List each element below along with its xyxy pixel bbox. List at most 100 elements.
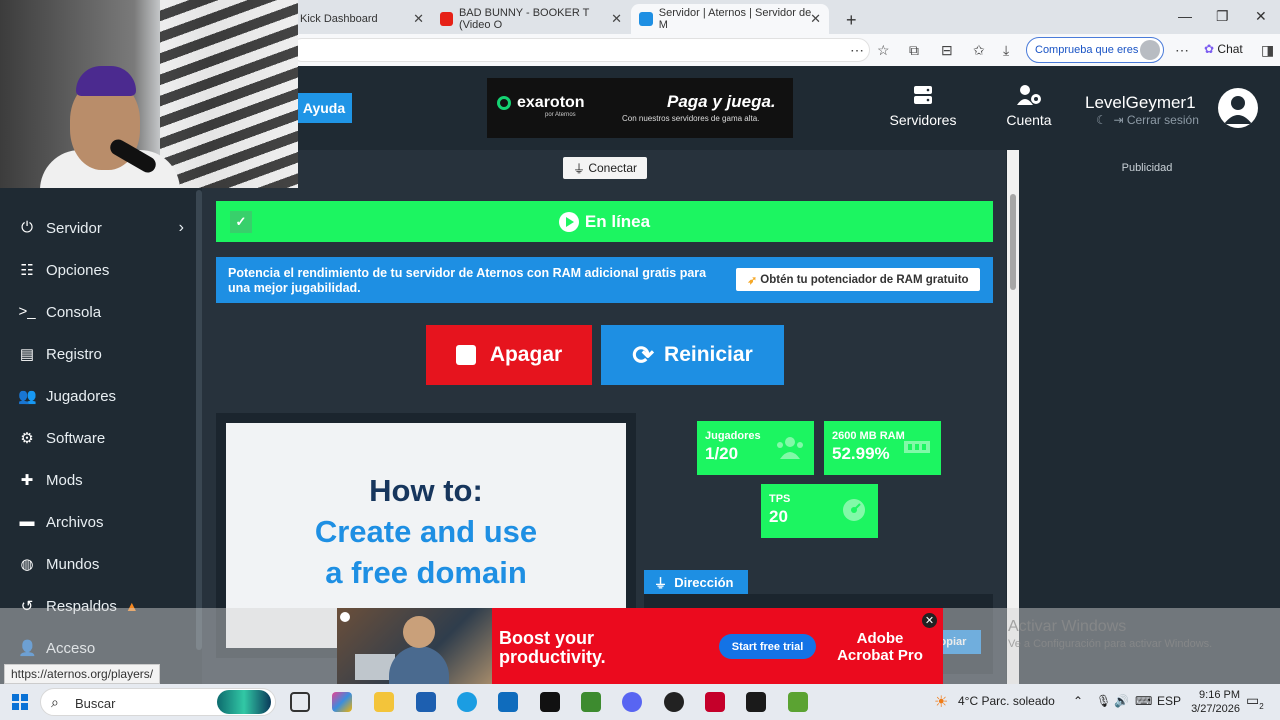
tps-stat[interactable]: TPS 20 <box>761 484 878 538</box>
outlook-icon[interactable] <box>498 692 518 712</box>
address-label: Dirección <box>674 574 734 590</box>
copilot-chat-button[interactable]: ✿ Chat <box>1204 42 1243 56</box>
main-scrollbar[interactable] <box>1007 150 1019 684</box>
tab-bad-bunny[interactable]: BAD BUNNY - BOOKER T (Video O ✕ <box>432 4 630 34</box>
sidebar-item-jugadores[interactable]: 👥 Jugadores <box>0 375 200 417</box>
file-explorer-icon[interactable] <box>374 692 394 712</box>
start-trial-button[interactable]: Start free trial <box>719 634 816 659</box>
sidebar-item-software[interactable]: ⚙ Software <box>0 417 200 459</box>
acrobat-icon[interactable] <box>705 692 725 712</box>
video-title-line: a free domain <box>325 555 527 590</box>
user-avatar[interactable] <box>1218 88 1258 128</box>
nav-servidores[interactable]: Servidores <box>888 84 958 128</box>
capcut-icon[interactable] <box>746 692 766 712</box>
network-icon[interactable]: ⌨ <box>1135 694 1152 708</box>
ram-stat[interactable]: 2600 MB RAM 52.99% <box>824 421 941 475</box>
aternos-favicon-icon <box>639 12 653 26</box>
tab-kick-dashboard[interactable]: Kick Dashboard ✕ <box>292 4 432 34</box>
logout-link[interactable]: ☾ ⇥ Cerrar sesión <box>1096 113 1199 127</box>
close-window-icon[interactable]: ✕ <box>1255 8 1267 25</box>
favorites-icon[interactable]: ✩ <box>973 42 985 59</box>
stat-label: Jugadores <box>705 430 761 442</box>
weather-text[interactable]: 4°C Parc. soleado <box>958 694 1055 708</box>
restart-button[interactable]: ⟳ Reiniciar <box>601 325 784 385</box>
nvidia-icon[interactable] <box>540 692 560 712</box>
players-stat[interactable]: Jugadores 1/20 <box>697 421 814 475</box>
ad-headline: Boost your productivity. <box>499 629 606 667</box>
user-name[interactable]: LevelGeymer1 <box>1085 93 1196 113</box>
scroll-thumb[interactable] <box>1010 194 1016 290</box>
check-icon: ✓ <box>230 211 252 233</box>
more-options-icon[interactable]: ⋯ <box>850 42 864 59</box>
language-indicator[interactable]: ESP <box>1157 694 1181 708</box>
tab-aternos[interactable]: Servidor | Aternos | Servidor de M ✕ <box>631 4 829 34</box>
console-icon: >_ <box>18 303 36 320</box>
help-button[interactable]: Ayuda <box>296 93 352 123</box>
sidebar-item-label: Servidor <box>46 219 102 237</box>
banner-headline: Paga y juega. <box>667 92 776 111</box>
tab-title: Servidor | Aternos | Servidor de M <box>658 7 812 31</box>
ad-close-icon[interactable]: ✕ <box>922 613 937 628</box>
stat-value: 52.99% <box>832 444 890 463</box>
windows-start-icon[interactable] <box>12 694 28 710</box>
ram-boost-button[interactable]: ➶ Obtén tu potenciador de RAM gratuito <box>736 268 980 291</box>
close-icon[interactable]: ✕ <box>413 11 424 27</box>
maximize-icon[interactable]: ❐ <box>1216 8 1229 25</box>
adobe-ad-banner[interactable]: Boost your productivity. Start free tria… <box>337 608 943 684</box>
gauge-icon <box>843 499 865 521</box>
split-screen-icon[interactable]: ⊟ <box>941 42 953 59</box>
close-icon[interactable]: ✕ <box>810 11 821 27</box>
close-icon[interactable]: ✕ <box>611 11 622 27</box>
sidebar-item-archivos[interactable]: ▬ Archivos <box>0 501 200 543</box>
sidebar-item-consola[interactable]: >_ Consola <box>0 291 200 333</box>
sidebar-item-servidor[interactable]: ⏻ Servidor › <box>0 207 200 249</box>
new-tab-button[interactable]: + <box>838 5 865 35</box>
ad-headline-line: productivity. <box>499 647 606 667</box>
banner-logo-sub: por Aternos <box>545 112 576 118</box>
weather-icon: ☀ <box>934 694 949 711</box>
logout-icon: ⇥ <box>1113 113 1124 127</box>
verify-profile-button[interactable]: Comprueba que eres tú <box>1026 37 1164 63</box>
stop-icon <box>455 345 476 365</box>
extensions-icon[interactable]: ⧉ <box>909 42 919 59</box>
copilot-icon: ✿ <box>1204 42 1215 56</box>
right-ad-column: Publicidad <box>1019 150 1280 684</box>
discord-icon[interactable] <box>622 692 642 712</box>
tray-overflow-icon[interactable]: ⌃ <box>1073 694 1083 708</box>
settings-more-icon[interactable]: ⋯ <box>1175 42 1189 59</box>
taskbar-clock[interactable]: 9:16 PM 3/27/2026 <box>1186 688 1240 716</box>
status-label: En línea <box>584 211 651 231</box>
downloads-icon[interactable]: ⤓ <box>1003 42 1009 59</box>
task-view-icon[interactable] <box>290 692 310 712</box>
minecraft-icon[interactable] <box>788 692 808 712</box>
nav-cuenta[interactable]: Cuenta <box>1000 84 1058 128</box>
exaroton-banner[interactable]: exaroton por Aternos Paga y juega. Con n… <box>487 78 793 138</box>
volume-icon[interactable]: 🔊 <box>1114 694 1129 708</box>
copilot-app-icon[interactable] <box>332 692 352 712</box>
minecraft-launcher-icon[interactable] <box>581 692 601 712</box>
stat-value: 1/20 <box>705 444 739 463</box>
taskbar-search[interactable]: ⌕ Buscar <box>40 688 276 716</box>
watermark-title: Activar Windows <box>1008 618 1127 635</box>
stop-button[interactable]: Apagar <box>426 325 592 385</box>
store-icon[interactable] <box>416 692 436 712</box>
sidebar-item-opciones[interactable]: ☷ Opciones <box>0 249 200 291</box>
edge-icon[interactable] <box>457 692 477 712</box>
verify-label: Comprueba que eres tú <box>1035 44 1151 56</box>
microphone-icon[interactable]: 🎙 <box>1096 694 1111 708</box>
sidebar-item-mundos[interactable]: ◍ Mundos <box>0 543 200 585</box>
notifications-icon[interactable]: ▭2 <box>1246 692 1264 711</box>
connect-button[interactable]: ⏚ Conectar <box>563 157 647 179</box>
ad-info-icon[interactable] <box>340 612 350 622</box>
minimize-icon[interactable]: — <box>1178 8 1192 24</box>
address-bar[interactable] <box>290 38 870 62</box>
sidebar-item-registro[interactable]: ▤ Registro <box>0 333 200 375</box>
sidebar-item-mods[interactable]: ✚ Mods <box>0 459 200 501</box>
video-title-line: Create and use <box>314 514 538 549</box>
moon-icon[interactable]: ☾ <box>1096 113 1107 127</box>
sidebar-toggle-icon[interactable]: ◨ <box>1261 42 1274 59</box>
obs-icon[interactable] <box>664 692 684 712</box>
banner-subline: Con nuestros servidores de gama alta. <box>622 114 760 123</box>
logout-label: Cerrar sesión <box>1126 113 1199 127</box>
favorite-star-icon[interactable]: ☆ <box>877 42 890 59</box>
